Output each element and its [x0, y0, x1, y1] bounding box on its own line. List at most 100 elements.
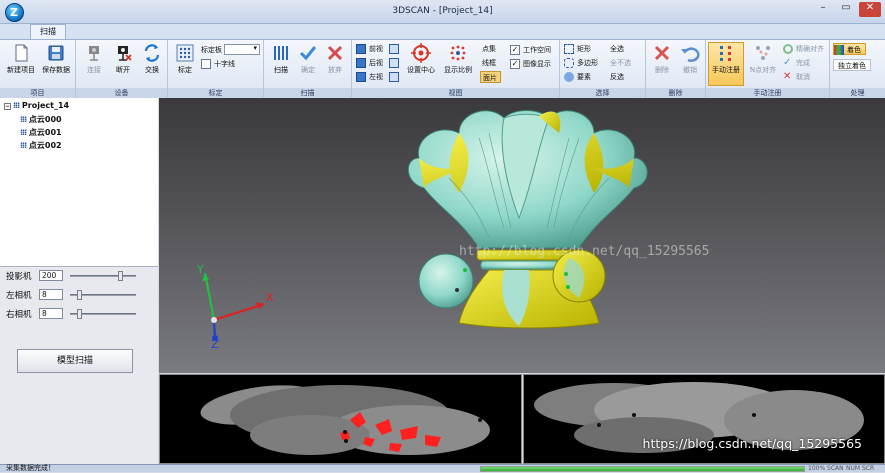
projector-slider[interactable]	[70, 271, 136, 281]
set-center-label: 设置中心	[407, 66, 435, 74]
color-button[interactable]: 着色	[833, 43, 866, 55]
scan-button[interactable]: 扫描	[268, 43, 294, 75]
back-view-button[interactable]: 后视	[356, 57, 383, 69]
scan-label: 扫描	[274, 66, 288, 74]
scan-model-button[interactable]: 模型扫描	[17, 349, 133, 373]
left-camera-slider[interactable]	[70, 290, 136, 300]
delete-button[interactable]: 删除	[649, 43, 675, 75]
independent-color-button[interactable]: 独立着色	[833, 59, 871, 71]
confirm-button[interactable]: 确定	[295, 43, 321, 75]
disconnect-button[interactable]: 断开	[109, 43, 137, 75]
image-display-checkbox[interactable]: ✓ 图像显示	[510, 58, 551, 70]
complete-button[interactable]: ✓ 完成	[783, 57, 810, 69]
tree-item[interactable]: ⁝⁝⁝ 点云002	[20, 140, 62, 151]
cancel-button[interactable]: ✕ 取消	[783, 71, 810, 83]
right-view-icon[interactable]	[389, 44, 399, 54]
rectangle-label: 矩形	[577, 45, 591, 53]
workspace-label: 工作空间	[523, 46, 551, 54]
left-camera-view	[159, 374, 522, 464]
swap-button[interactable]: 交换	[138, 43, 166, 75]
projector-slider-thumb[interactable]	[117, 271, 123, 281]
undo-arrow-icon	[681, 47, 700, 62]
image-display-label: 图像显示	[523, 60, 551, 68]
delete-label: 删除	[655, 66, 669, 74]
group-label-device: 设备	[76, 88, 167, 98]
mode-surface-button[interactable]: 面片	[480, 71, 501, 83]
group-manual-registration: 手动注册 N点对齐 精确对齐 ✓ 完成 ✕ 取消 手动注册	[706, 40, 830, 98]
group-device: 连接 断开 交换 设备	[76, 40, 168, 98]
tree-root-label: Project_14	[21, 101, 70, 110]
left-camera-image	[200, 385, 490, 455]
workspace-checkbox[interactable]: ✓ 工作空间	[510, 44, 551, 56]
maximize-icon[interactable]: ▭	[835, 2, 857, 17]
tree-item-label: 点云001	[28, 128, 62, 137]
minimize-icon[interactable]: –	[812, 2, 834, 17]
source-watermark: https://blog.csdn.net/qq_15295565	[642, 436, 862, 451]
mode-point-button[interactable]: 点集	[480, 43, 496, 55]
board-select[interactable]: ▾	[224, 44, 260, 55]
group-label-manual-registration: 手动注册	[706, 88, 829, 98]
group-project: 新建项目 保存数据 项目	[0, 40, 76, 98]
group-label-process: 处理	[830, 88, 885, 98]
select-rectangle-button[interactable]: 矩形	[564, 43, 591, 55]
n-point-align-button[interactable]: N点对齐	[746, 43, 780, 75]
select-all-button[interactable]: 全选	[610, 43, 624, 55]
polygon-label: 多边形	[577, 59, 598, 67]
abandon-button[interactable]: 放弃	[322, 43, 348, 75]
polygon-select-icon	[564, 58, 574, 68]
select-feature-button[interactable]: 要素	[564, 71, 591, 83]
abandon-label: 放弃	[328, 66, 342, 74]
swap-arrows-icon	[144, 44, 160, 62]
ribbon: 新建项目 保存数据 项目 连接 断开 交换 设备 标定 标定板 ▾ 十字线 标定	[0, 39, 885, 98]
display-scale-button[interactable]: 显示比例	[440, 43, 476, 75]
right-camera-input[interactable]: 8	[39, 308, 63, 319]
select-polygon-button[interactable]: 多边形	[564, 57, 598, 69]
3d-viewport[interactable]: X Y Z http://blog.csdn.net/qq_15295565	[159, 98, 885, 373]
close-icon[interactable]: ✕	[859, 2, 881, 17]
front-view-button[interactable]: 前视	[356, 43, 383, 55]
bottom-view-icon[interactable]	[389, 72, 399, 82]
group-delete: 删除 撤销 删除	[646, 40, 706, 98]
set-center-button[interactable]: 设置中心	[404, 43, 438, 75]
left-view-button[interactable]: 左视	[356, 71, 383, 83]
feature-select-icon	[564, 72, 574, 82]
color-label: 着色	[847, 46, 861, 54]
crosshair-checkbox[interactable]: 十字线	[201, 58, 235, 70]
select-none-button[interactable]: 全不选	[610, 57, 631, 69]
group-view: 前视 后视 左视 设置中心 显示比例 点集 线框 面片 ✓ 工作空间 ✓ 图像显示 …	[352, 40, 560, 98]
connect-button[interactable]: 连接	[80, 43, 108, 75]
save-data-button[interactable]: 保存数据	[39, 43, 73, 75]
right-camera-slider[interactable]	[70, 309, 136, 319]
tree-item[interactable]: ⁝⁝⁝ 点云001	[20, 127, 62, 138]
axis-triad	[202, 272, 265, 341]
group-label-view: 视图	[352, 88, 559, 98]
new-project-button[interactable]: 新建项目	[4, 43, 38, 75]
left-view-label: 左视	[369, 73, 383, 81]
axis-x-label: X	[266, 291, 274, 304]
tree-item-label: 点云000	[28, 115, 62, 124]
top-view-icon[interactable]	[389, 58, 399, 68]
collapse-icon[interactable]: −	[4, 103, 11, 110]
group-label-calibration: 标定	[168, 88, 263, 98]
group-label-scan: 扫描	[264, 88, 351, 98]
left-panel: − ⁝⁝⁝ Project_14 ⁝⁝⁝ 点云000 ⁝⁝⁝ 点云001 ⁝⁝⁝ …	[0, 98, 158, 464]
precise-align-button[interactable]: 精确对齐	[783, 43, 824, 55]
status-indicator: NUM SCR	[846, 465, 875, 472]
projector-input[interactable]: 200	[39, 270, 63, 281]
calibrate-button[interactable]: 标定	[172, 43, 198, 75]
project-tree: − ⁝⁝⁝ Project_14 ⁝⁝⁝ 点云000 ⁝⁝⁝ 点云001 ⁝⁝⁝ …	[0, 98, 158, 266]
tree-item[interactable]: ⁝⁝⁝ 点云000	[20, 114, 62, 125]
right-camera-slider-thumb[interactable]	[77, 309, 83, 319]
manual-register-button[interactable]: 手动注册	[708, 42, 744, 86]
delete-x-icon	[654, 45, 670, 61]
progress-fill	[481, 467, 804, 471]
axis-z-label: Z	[211, 338, 219, 351]
undo-button[interactable]: 撤销	[677, 43, 703, 75]
mode-wireframe-button[interactable]: 线框	[480, 57, 496, 69]
tab-scan[interactable]: 扫描	[30, 24, 66, 39]
scanner-connect-icon	[89, 46, 99, 61]
invert-selection-button[interactable]: 反选	[610, 71, 624, 83]
left-camera-input[interactable]: 8	[39, 289, 63, 300]
tree-root[interactable]: − ⁝⁝⁝ Project_14	[4, 101, 69, 110]
left-camera-slider-thumb[interactable]	[77, 290, 83, 300]
